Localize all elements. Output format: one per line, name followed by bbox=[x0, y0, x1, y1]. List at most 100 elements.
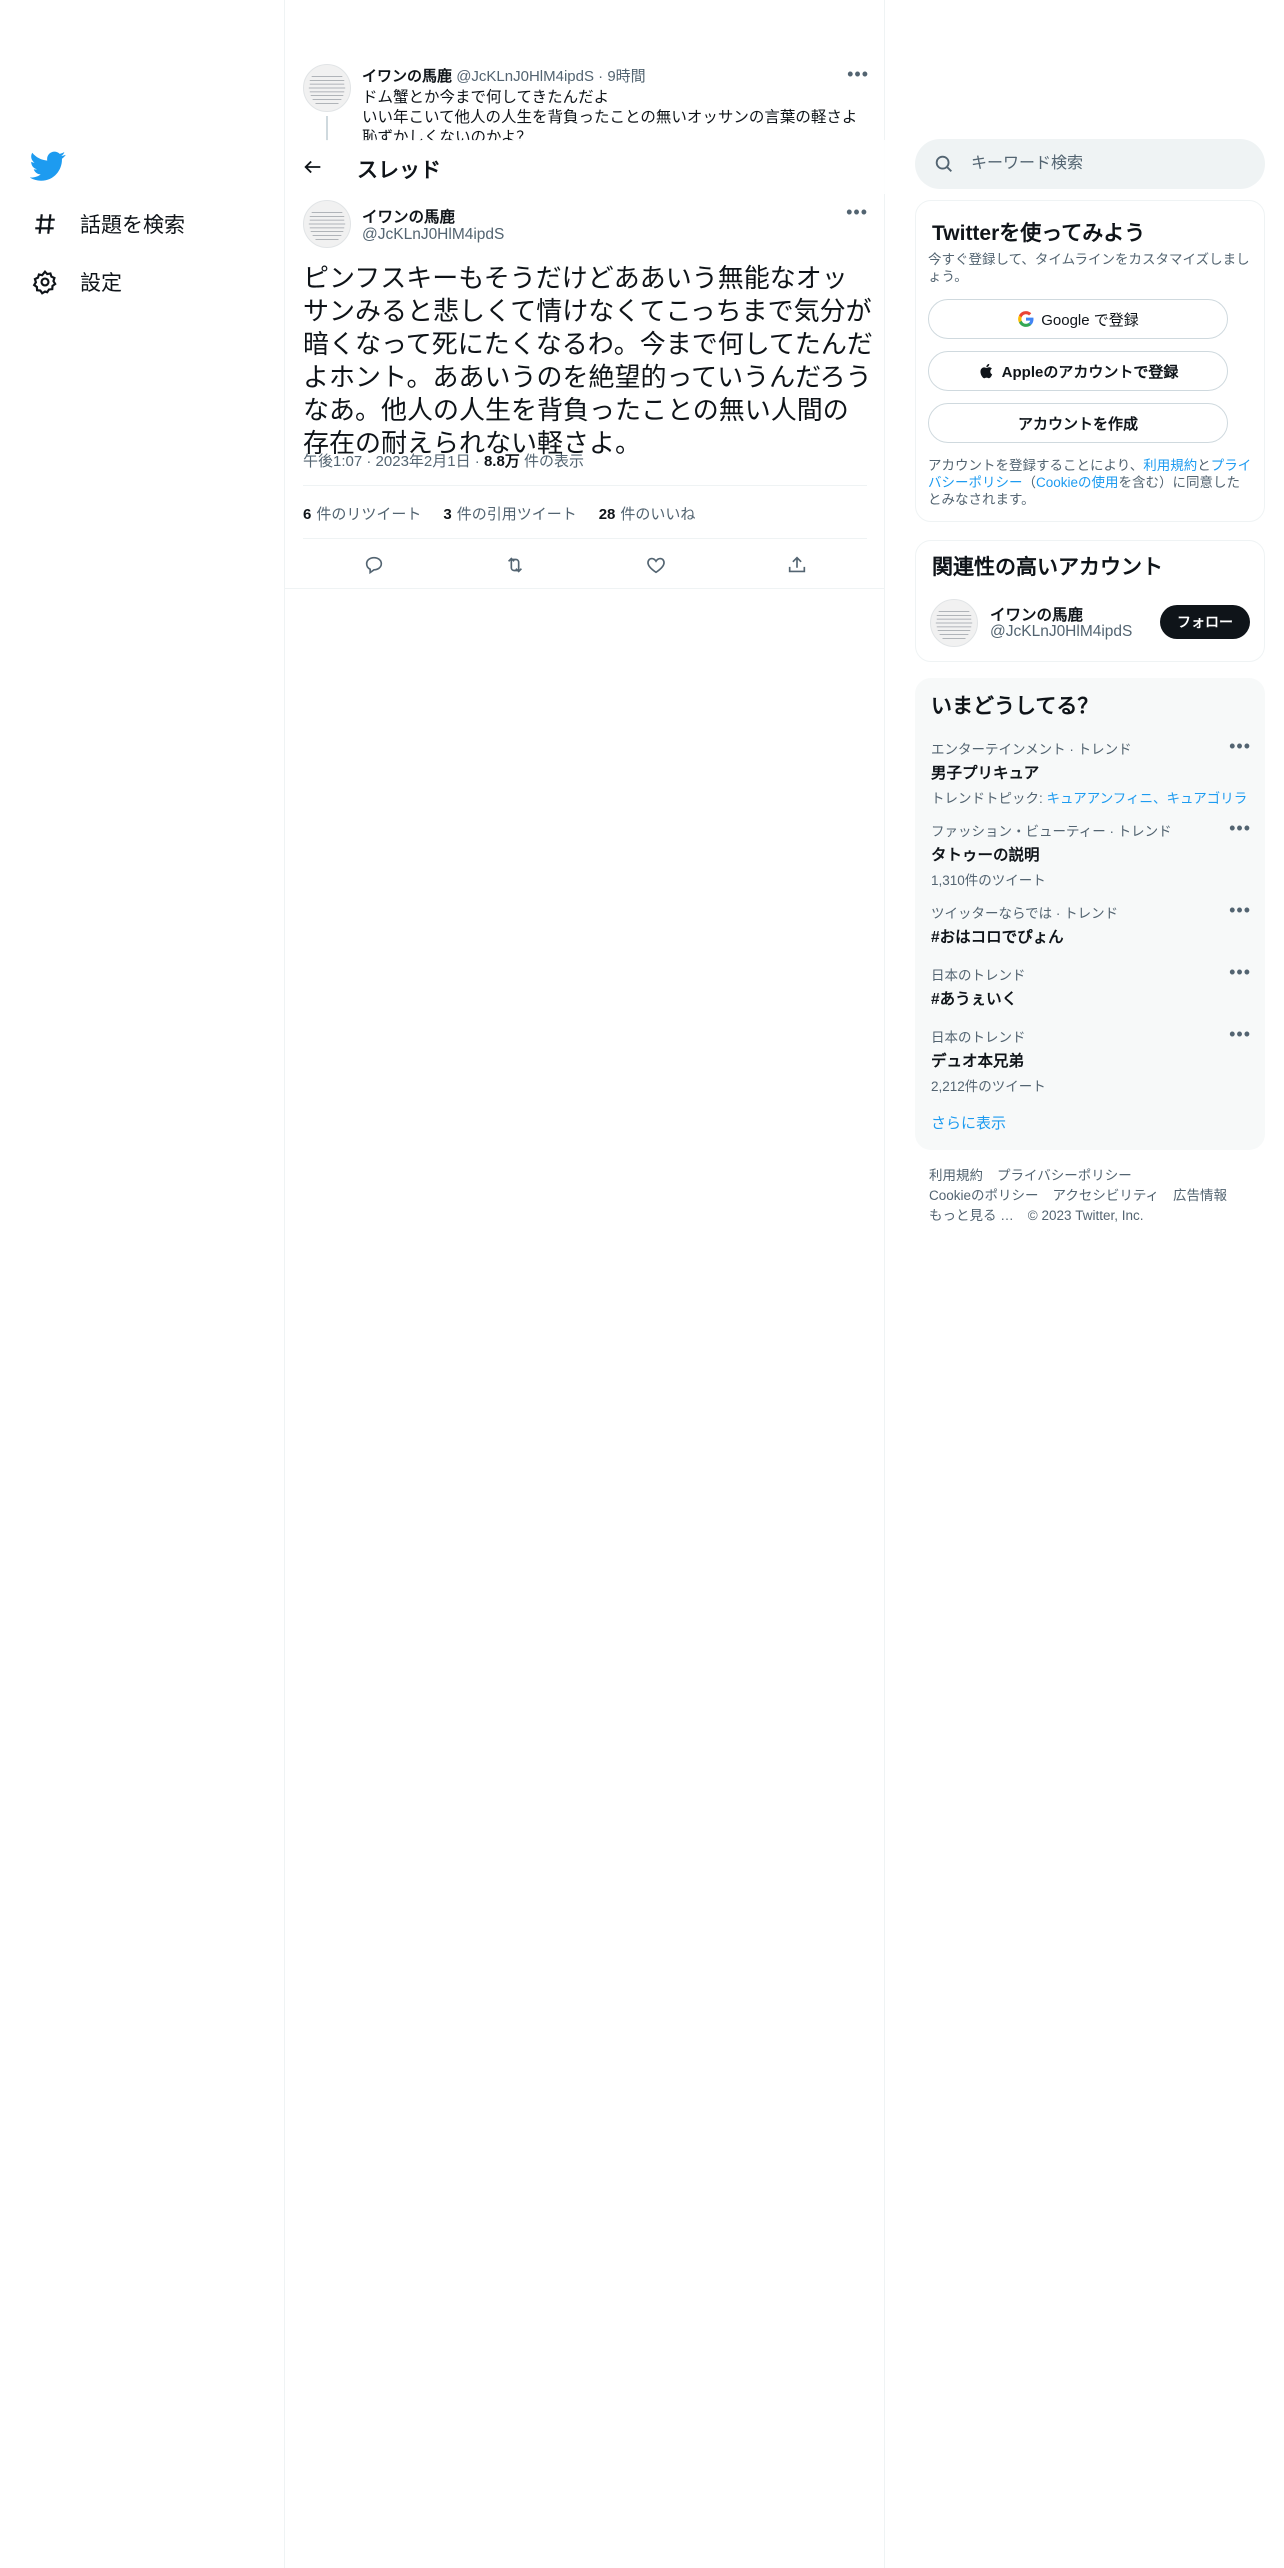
author-name[interactable]: イワンの馬鹿 bbox=[362, 68, 452, 85]
footer-link[interactable]: Cookieのポリシー bbox=[929, 1188, 1039, 1203]
tweet-actions bbox=[303, 548, 867, 582]
stat-label: 件のいいね bbox=[620, 506, 696, 523]
like-heart-icon[interactable] bbox=[639, 548, 673, 582]
show-more-link[interactable]: さらに表示 bbox=[931, 1112, 1006, 1133]
trend-category: ツイッターならでは · トレンド bbox=[931, 906, 1119, 921]
tweet-time[interactable]: 午後1:07 bbox=[303, 453, 362, 470]
trend-name: #おはコロでぴょん bbox=[931, 929, 1064, 946]
trend-item[interactable]: 日本のトレンド デュオ本兄弟 2,212件のツイート ••• bbox=[931, 1024, 1251, 1095]
stat-label: 件の引用ツイート bbox=[456, 506, 577, 523]
trend-topics: トレンドトピック: キュアアンフィニ、キュアゴリラ bbox=[931, 787, 1251, 807]
account-name[interactable]: イワンの馬鹿 bbox=[990, 603, 1083, 625]
parent-tweet[interactable]: イワンの馬鹿 @JcKLnJ0HlM4ipdS · 9時間 ••• ドム蟹とか今… bbox=[285, 56, 885, 141]
footer-links: 利用規約 プライバシーポリシー Cookieのポリシー アクセシビリティ 広告情報 も… bbox=[929, 1166, 1259, 1226]
trend-item[interactable]: エンターテインメント · トレンド 男子プリキュア トレンドトピック: キュアア… bbox=[931, 736, 1251, 807]
avatar[interactable] bbox=[303, 64, 351, 112]
account-handle[interactable]: @JcKLnJ0HlM4ipdS bbox=[990, 623, 1132, 641]
trend-category: 日本のトレンド bbox=[931, 968, 1026, 983]
stat-number: 3 bbox=[443, 506, 452, 523]
tweet-text: ピンフスキーもそうだけどああいう無能なオッサンみると悲しくて情けなくてこっちまで… bbox=[303, 263, 873, 458]
dot-separator: · bbox=[366, 453, 372, 470]
share-icon[interactable] bbox=[780, 548, 814, 582]
view-label: 件の表示 bbox=[523, 453, 584, 470]
trend-topic-links[interactable]: キュアアンフィニ、キュアゴリラ bbox=[1047, 791, 1248, 806]
avatar[interactable] bbox=[303, 200, 351, 248]
tweet-time[interactable]: 9時間 bbox=[607, 68, 645, 85]
nav-explore-label: 話題を検索 bbox=[80, 214, 185, 237]
trends-card: いまどうしてる？ エンターテインメント · トレンド 男子プリキュア トレンドト… bbox=[915, 678, 1265, 1150]
divider bbox=[285, 588, 885, 589]
text-line: ドム蟹とか今まで何してきたんだよ bbox=[362, 89, 610, 106]
footer-link[interactable]: 広告情報 bbox=[1173, 1188, 1227, 1203]
google-signup-button[interactable]: Google で登録 bbox=[928, 299, 1228, 339]
more-options-icon[interactable]: ••• bbox=[1229, 1024, 1251, 1045]
copyright: © 2023 Twitter, Inc. bbox=[1027, 1208, 1144, 1223]
trend-category: ファッション・ビューティー · トレンド bbox=[931, 824, 1172, 839]
thread-header: スレッド bbox=[285, 140, 885, 194]
author-handle[interactable]: @JcKLnJ0HlM4ipdS bbox=[456, 68, 594, 85]
like-count[interactable]: 28 件のいいね bbox=[599, 503, 696, 524]
back-arrow-icon[interactable] bbox=[299, 153, 327, 181]
more-options-icon[interactable]: ••• bbox=[1229, 900, 1251, 921]
twitter-logo-icon[interactable] bbox=[29, 148, 66, 184]
footer-link[interactable]: 利用規約 bbox=[929, 1168, 983, 1183]
dot-separator: · bbox=[474, 453, 480, 470]
apple-signup-label: Appleのアカウントで登録 bbox=[1001, 363, 1179, 381]
trend-item[interactable]: ツイッターならでは · トレンド #おはコロでぴょん ••• bbox=[931, 900, 1251, 947]
more-options-icon[interactable]: ••• bbox=[846, 202, 868, 223]
more-options-icon[interactable]: ••• bbox=[847, 64, 869, 85]
retweet-count[interactable]: 6 件のリツイート bbox=[303, 503, 421, 524]
search-input[interactable] bbox=[971, 149, 1241, 179]
google-signup-label: Google で登録 bbox=[1041, 311, 1139, 329]
main-column: イワンの馬鹿 @JcKLnJ0HlM4ipdS · 9時間 ••• ドム蟹とか今… bbox=[285, 0, 885, 2568]
nav-explore[interactable]: 話題を検索 bbox=[30, 199, 185, 249]
apple-logo-icon bbox=[978, 362, 996, 380]
left-navigation: 話題を検索 設定 bbox=[0, 0, 285, 2568]
author-name[interactable]: イワンの馬鹿 bbox=[362, 205, 455, 227]
quote-count[interactable]: 3 件の引用ツイート bbox=[443, 503, 576, 524]
create-account-button[interactable]: アカウントを作成 bbox=[928, 403, 1228, 443]
signup-subtitle: 今すぐ登録して、タイムラインをカスタマイズしましょう。 bbox=[928, 252, 1250, 284]
divider bbox=[303, 485, 867, 486]
view-count: 8.8万 bbox=[483, 453, 520, 470]
trends-title: いまどうしてる？ bbox=[931, 695, 1099, 718]
text-line: いい年こいて他人の人生を背負ったことの無いオッサンの言葉の軽さよ bbox=[362, 109, 858, 126]
nav-settings-label: 設定 bbox=[80, 272, 122, 295]
terms-link[interactable]: 利用規約 bbox=[1143, 458, 1197, 473]
footer-link[interactable]: プライバシーポリシー bbox=[997, 1168, 1132, 1183]
parent-tweet-text: ドム蟹とか今まで何してきたんだよ いい年こいて他人の人生を背負ったことの無いオッ… bbox=[362, 88, 872, 141]
create-account-label: アカウントを作成 bbox=[1017, 415, 1138, 433]
search-box[interactable] bbox=[915, 139, 1265, 189]
trend-topics-prefix: トレンドトピック: bbox=[931, 791, 1047, 806]
trend-tweet-count: 1,310件のツイート bbox=[931, 873, 1046, 888]
stat-number: 6 bbox=[303, 506, 312, 523]
more-options-icon[interactable]: ••• bbox=[1229, 962, 1251, 983]
avatar[interactable] bbox=[930, 599, 978, 647]
parent-tweet-meta: イワンの馬鹿 @JcKLnJ0HlM4ipdS · 9時間 bbox=[362, 65, 646, 86]
dot-separator: · bbox=[598, 68, 604, 85]
follow-button[interactable]: フォロー bbox=[1160, 605, 1250, 639]
footer-link[interactable]: アクセシビリティ bbox=[1053, 1188, 1160, 1203]
trend-item[interactable]: ファッション・ビューティー · トレンド タトゥーの説明 1,310件のツイート… bbox=[931, 818, 1251, 889]
tweet-timestamp: 午後1:07 · 2023年2月1日 · 8.8万 件の表示 bbox=[303, 450, 584, 471]
search-icon bbox=[933, 153, 955, 175]
trend-name: 男子プリキュア bbox=[931, 765, 1040, 782]
author-handle[interactable]: @JcKLnJ0HlM4ipdS bbox=[362, 226, 504, 244]
more-options-icon[interactable]: ••• bbox=[1229, 736, 1251, 757]
stat-label: 件のリツイート bbox=[316, 506, 422, 523]
tweet-date[interactable]: 2023年2月1日 bbox=[376, 453, 471, 470]
reply-icon[interactable] bbox=[357, 548, 391, 582]
more-options-icon[interactable]: ••• bbox=[1229, 818, 1251, 839]
stat-number: 28 bbox=[598, 506, 616, 523]
related-accounts-card: 関連性の高いアカウント イワンの馬鹿 @JcKLnJ0HlM4ipdS フォロー bbox=[915, 540, 1265, 662]
apple-signup-button[interactable]: Appleのアカウントで登録 bbox=[928, 351, 1228, 391]
retweet-icon[interactable] bbox=[498, 548, 532, 582]
google-logo-icon bbox=[1017, 310, 1035, 328]
trend-item[interactable]: 日本のトレンド #あうぇいく ••• bbox=[931, 962, 1251, 1009]
footer-link[interactable]: もっと見る … bbox=[929, 1208, 1014, 1223]
legal-text: と bbox=[1197, 458, 1211, 473]
nav-settings[interactable]: 設定 bbox=[30, 257, 122, 307]
page-title: スレッド bbox=[357, 159, 441, 182]
cookie-link[interactable]: Cookieの使用 bbox=[1036, 475, 1119, 490]
gear-icon bbox=[30, 267, 60, 297]
